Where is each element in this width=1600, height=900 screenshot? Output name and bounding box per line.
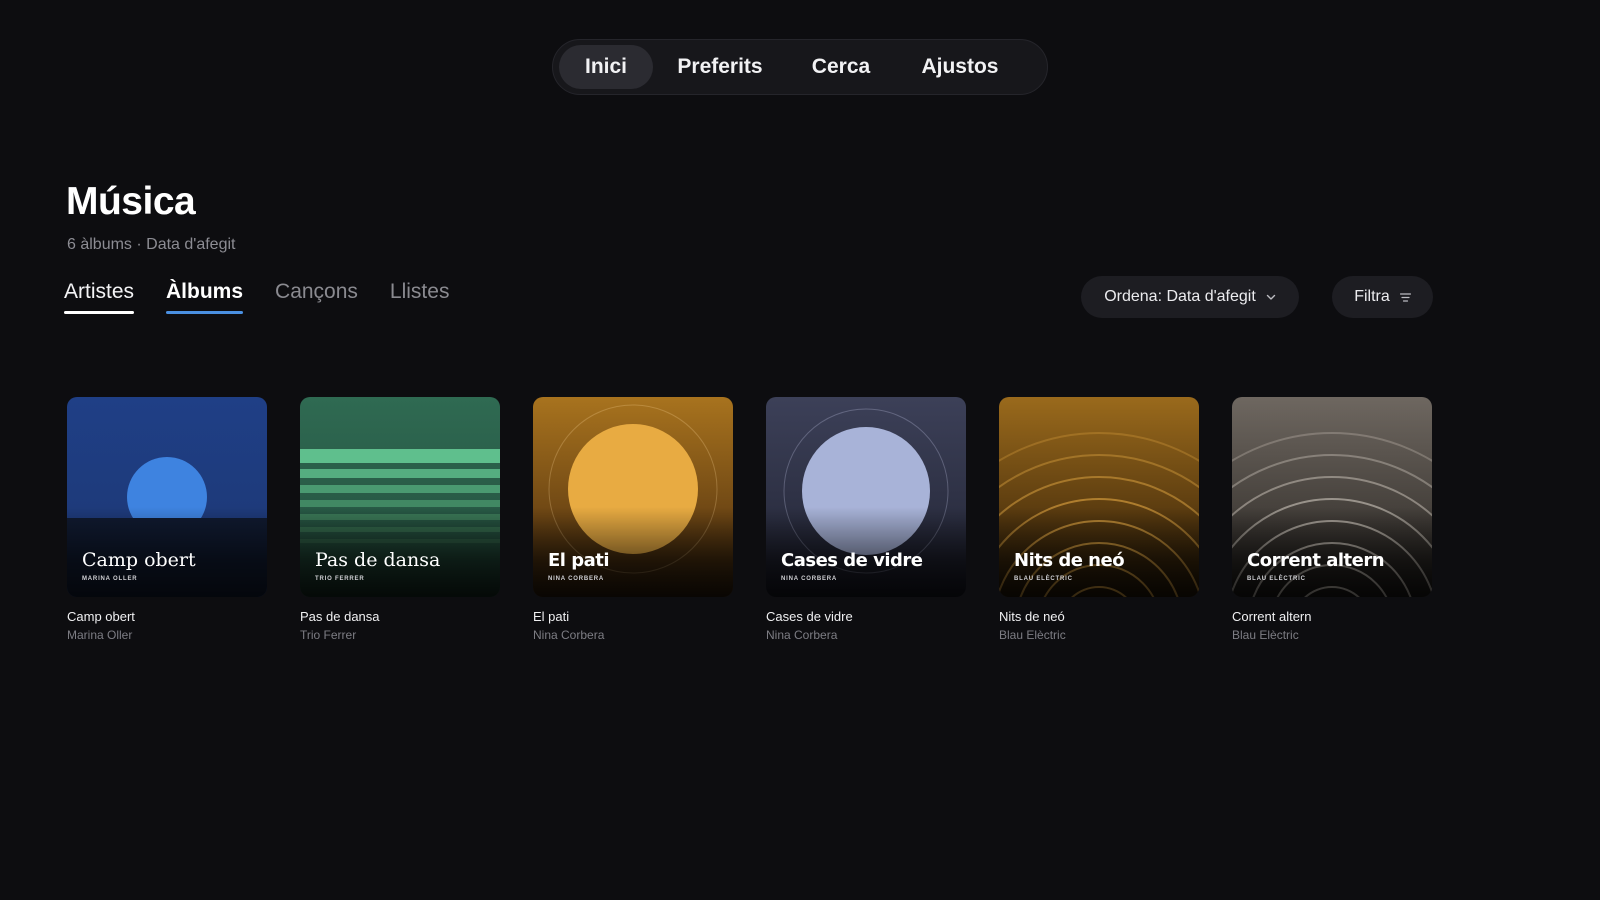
page-title: Música <box>66 180 196 223</box>
album-card[interactable]: Cases de vidre NINA CORBERA Cases de vid… <box>766 397 966 642</box>
cover-artist: NINA CORBERA <box>548 576 605 582</box>
album-cover[interactable]: Nits de neó BLAU ELÈCTRIC <box>999 397 1199 597</box>
album-card[interactable]: Corrent altern BLAU ELÈCTRIC Corrent alt… <box>1232 397 1432 642</box>
album-title[interactable]: Nits de neó <box>999 609 1199 624</box>
album-artist[interactable]: Blau Elèctric <box>999 628 1199 642</box>
page-subtitle: 6 àlbums · Data d'afegit <box>67 236 236 253</box>
album-artist[interactable]: Nina Corbera <box>533 628 733 642</box>
nav-item-ajustos[interactable]: Ajustos <box>915 45 1005 89</box>
album-cover[interactable]: Cases de vidre NINA CORBERA <box>766 397 966 597</box>
album-artist[interactable]: Marina Oller <box>67 628 267 642</box>
album-title[interactable]: Cases de vidre <box>766 609 966 624</box>
album-title[interactable]: Corrent altern <box>1232 609 1432 624</box>
tab-artistes[interactable]: Artistes <box>64 280 135 314</box>
cover-title: El pati <box>548 550 610 571</box>
album-artist[interactable]: Trio Ferrer <box>300 628 500 642</box>
tab-llistes[interactable]: Llistes <box>390 280 450 314</box>
top-navigation: Inici Preferits Cerca Ajustos <box>552 39 1048 95</box>
album-artist[interactable]: Blau Elèctric <box>1232 628 1432 642</box>
album-cover[interactable]: Camp obert MARINA OLLER <box>67 397 267 597</box>
nav-item-cerca[interactable]: Cerca <box>803 45 879 89</box>
album-title[interactable]: El pati <box>533 609 733 624</box>
cover-artist: TRIO FERRER <box>315 576 365 582</box>
cover-artist: BLAU ELÈCTRIC <box>1247 576 1306 582</box>
cover-artist: BLAU ELÈCTRIC <box>1014 576 1073 582</box>
nav-item-preferits[interactable]: Preferits <box>673 45 767 89</box>
cover-title: Cases de vidre <box>781 550 923 571</box>
nav-item-inici[interactable]: Inici <box>559 45 653 89</box>
tab-albums[interactable]: Àlbums <box>166 280 244 314</box>
album-card[interactable]: Nits de neó BLAU ELÈCTRIC Nits de neó Bl… <box>999 397 1199 642</box>
album-grid: Camp obert MARINA OLLER Camp obert Marin… <box>67 397 1432 642</box>
album-title[interactable]: Pas de dansa <box>300 609 500 624</box>
cover-title: Corrent altern <box>1247 550 1385 571</box>
tab-cancons[interactable]: Cançons <box>275 280 358 314</box>
album-cover[interactable]: El pati NINA CORBERA <box>533 397 733 597</box>
album-title[interactable]: Camp obert <box>67 609 267 624</box>
album-cover[interactable]: Corrent altern BLAU ELÈCTRIC <box>1232 397 1432 597</box>
cover-artist: MARINA OLLER <box>82 576 138 582</box>
library-tabs: Artistes Àlbums Cançons Llistes <box>64 280 449 314</box>
album-card[interactable]: Pas de dansa TRIO FERRER Pas de dansa Tr… <box>300 397 500 642</box>
sort-dropdown[interactable]: Ordena: Data d'afegit <box>1081 276 1299 318</box>
album-cover[interactable]: Pas de dansa TRIO FERRER <box>300 397 500 597</box>
filter-button[interactable]: Filtra <box>1332 276 1433 318</box>
album-artist[interactable]: Nina Corbera <box>766 628 966 642</box>
filter-label: Filtra <box>1354 288 1390 305</box>
cover-artist: NINA CORBERA <box>781 576 838 582</box>
sort-label: Ordena: Data d'afegit <box>1104 288 1256 305</box>
chevron-down-icon <box>1266 292 1276 302</box>
album-card[interactable]: El pati NINA CORBERA El pati Nina Corber… <box>533 397 733 642</box>
album-card[interactable]: Camp obert MARINA OLLER Camp obert Marin… <box>67 397 267 642</box>
cover-title: Nits de neó <box>1014 550 1125 571</box>
cover-title: Camp obert <box>82 549 196 571</box>
filter-lines-icon <box>1399 292 1411 302</box>
cover-title: Pas de dansa <box>315 549 441 571</box>
